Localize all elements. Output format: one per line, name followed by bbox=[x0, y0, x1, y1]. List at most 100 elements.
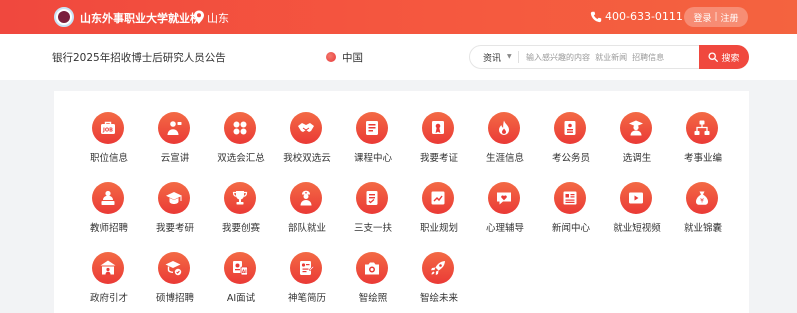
chart-board-icon bbox=[431, 191, 445, 205]
menu-item-label: 智绘照 bbox=[358, 293, 388, 304]
flame-icon bbox=[499, 120, 509, 135]
menu-item-selected-graduates[interactable]: 选调生 bbox=[607, 112, 667, 172]
menu-item-civil-service[interactable]: 考公务员 bbox=[541, 112, 601, 172]
menu-item-ai-interview[interactable]: AI AI面试 bbox=[211, 252, 271, 312]
menu-item-fair-summary[interactable]: 双选会汇总 bbox=[211, 112, 271, 172]
menu-item-short-video[interactable]: 就业短视频 bbox=[607, 182, 667, 242]
menu-item-label: 考公务员 bbox=[551, 153, 590, 164]
location-pin-icon bbox=[194, 10, 204, 24]
document-icon bbox=[564, 121, 576, 135]
menu-item-label: 云宣讲 bbox=[160, 153, 190, 164]
menu-item-news-center[interactable]: 新闻中心 bbox=[541, 182, 601, 242]
teacher-icon bbox=[101, 190, 115, 205]
menu-item-label: 政府引才 bbox=[89, 293, 128, 304]
menu-item-counseling[interactable]: 心理辅导 bbox=[475, 182, 535, 242]
heart-chat-icon bbox=[497, 192, 511, 205]
region-selector[interactable]: 中国 bbox=[342, 50, 363, 65]
region-flag-icon bbox=[326, 52, 336, 62]
menu-item-label: 就业锦囊 bbox=[683, 223, 722, 234]
menu-item-certification[interactable]: 我要考证 bbox=[409, 112, 469, 172]
menu-item-postgrad-exam[interactable]: 我要考研 bbox=[145, 182, 205, 242]
service-grid: JOB 职位信息 云宣讲 双选会汇总 我校双选云 课程中心 我要考证 生涯信息 … bbox=[54, 91, 749, 313]
search-button[interactable]: 搜索 bbox=[699, 45, 749, 69]
search-icon bbox=[708, 52, 719, 62]
trophy-icon bbox=[232, 191, 248, 205]
government-icon bbox=[100, 260, 116, 275]
grad-cap-icon bbox=[166, 192, 182, 204]
menu-item-label: 新闻中心 bbox=[551, 223, 590, 234]
menu-item-career-info[interactable]: 生涯信息 bbox=[475, 112, 535, 172]
scrolling-notice[interactable]: 银行2025年招收博士后研究人员公告 bbox=[52, 50, 226, 65]
search-input[interactable] bbox=[526, 49, 694, 65]
menu-item-label: 教师招聘 bbox=[89, 223, 128, 234]
resume-icon bbox=[300, 261, 315, 275]
menu-item-label: 我要考研 bbox=[155, 223, 194, 234]
menu-item-label: 我要考证 bbox=[419, 153, 458, 164]
search-divider bbox=[518, 51, 519, 63]
top-bar: 山东外事职业大学就业桥 山东 400-633-0111 登录 | 注册 bbox=[0, 0, 797, 34]
chevron-down-icon[interactable]: ▼ bbox=[507, 53, 512, 60]
menu-item-label: 职业规划 bbox=[419, 223, 458, 234]
menu-item-masters-phd[interactable]: 硕博招聘 bbox=[145, 252, 205, 312]
menu-item-smart-resume[interactable]: 神笔简历 bbox=[277, 252, 337, 312]
phone-icon bbox=[590, 11, 602, 23]
menu-item-teacher-recruit[interactable]: 教师招聘 bbox=[79, 182, 139, 242]
search-category-select[interactable]: 资讯 bbox=[483, 51, 501, 64]
menu-item-label: 心理辅导 bbox=[485, 223, 524, 234]
doctor-cap-icon bbox=[165, 261, 182, 276]
svg-text:AI: AI bbox=[242, 269, 247, 274]
menu-item-label: 选调生 bbox=[622, 153, 652, 164]
menu-item-label: 课程中心 bbox=[353, 153, 392, 164]
login-separator: | bbox=[714, 12, 718, 22]
menu-item-military-jobs[interactable]: 部队就业 bbox=[277, 182, 337, 242]
site-name[interactable]: 山东外事职业大学就业桥 bbox=[80, 10, 201, 26]
ai-interview-icon: AI bbox=[233, 261, 248, 276]
job-bag-icon: JOB bbox=[101, 121, 115, 134]
menu-item-campus-fair[interactable]: 我校双选云 bbox=[277, 112, 337, 172]
menu-item-label: 我校双选云 bbox=[283, 153, 331, 164]
menu-item-label: 生涯信息 bbox=[485, 153, 524, 164]
search-button-label: 搜索 bbox=[721, 53, 740, 64]
menu-item-label: 三支一扶 bbox=[353, 223, 392, 234]
money-bag-icon: ¥ bbox=[696, 191, 708, 205]
menu-item-gov-talent[interactable]: 政府引才 bbox=[79, 252, 139, 312]
menu-item-cloud-talk[interactable]: 云宣讲 bbox=[145, 112, 205, 172]
login-link[interactable]: 登录 bbox=[693, 11, 711, 24]
menu-item-job-info[interactable]: JOB 职位信息 bbox=[79, 112, 139, 172]
video-play-icon bbox=[629, 192, 643, 204]
menu-item-label: 硕博招聘 bbox=[155, 293, 194, 304]
svg-text:¥: ¥ bbox=[700, 198, 704, 205]
menu-item-label: 部队就业 bbox=[287, 223, 326, 234]
location-selector[interactable]: 山东 bbox=[207, 10, 229, 26]
hotline-number: 400-633-0111 bbox=[605, 10, 683, 23]
menu-item-career-planning[interactable]: 职业规划 bbox=[409, 182, 469, 242]
menu-item-ai-photo[interactable]: 智绘照 bbox=[343, 252, 403, 312]
menu-item-career-tips[interactable]: ¥ 就业锦囊 bbox=[673, 182, 733, 242]
menu-item-public-institution[interactable]: 考事业编 bbox=[673, 112, 733, 172]
graduate-icon bbox=[629, 120, 643, 136]
checklist-icon bbox=[366, 191, 378, 205]
grid-icon bbox=[233, 121, 247, 135]
menu-item-label: 职位信息 bbox=[89, 153, 128, 164]
soldier-icon bbox=[300, 190, 312, 206]
menu-item-competition[interactable]: 我要创赛 bbox=[211, 182, 271, 242]
certificate-icon bbox=[432, 121, 444, 134]
rocket-icon bbox=[431, 261, 445, 275]
menu-item-label: 神笔简历 bbox=[287, 293, 326, 304]
presenter-icon bbox=[167, 121, 182, 135]
register-link[interactable]: 注册 bbox=[721, 11, 739, 24]
menu-item-course-center[interactable]: 课程中心 bbox=[343, 112, 403, 172]
menu-item-three-support[interactable]: 三支一扶 bbox=[343, 182, 403, 242]
handshake-icon bbox=[298, 123, 314, 132]
login-register-pill: 登录 | 注册 bbox=[684, 7, 748, 27]
book-icon bbox=[366, 121, 378, 135]
menu-item-label: 我要创赛 bbox=[221, 223, 260, 234]
menu-item-label: AI面试 bbox=[226, 293, 256, 304]
menu-item-label: 双选会汇总 bbox=[217, 153, 265, 164]
school-logo[interactable] bbox=[54, 7, 74, 27]
menu-item-label: 就业短视频 bbox=[613, 223, 661, 234]
menu-item-label: 智绘未来 bbox=[419, 293, 458, 304]
newspaper-icon bbox=[563, 191, 577, 205]
svg-text:JOB: JOB bbox=[102, 128, 113, 134]
menu-item-ai-future[interactable]: 智绘未来 bbox=[409, 252, 469, 312]
